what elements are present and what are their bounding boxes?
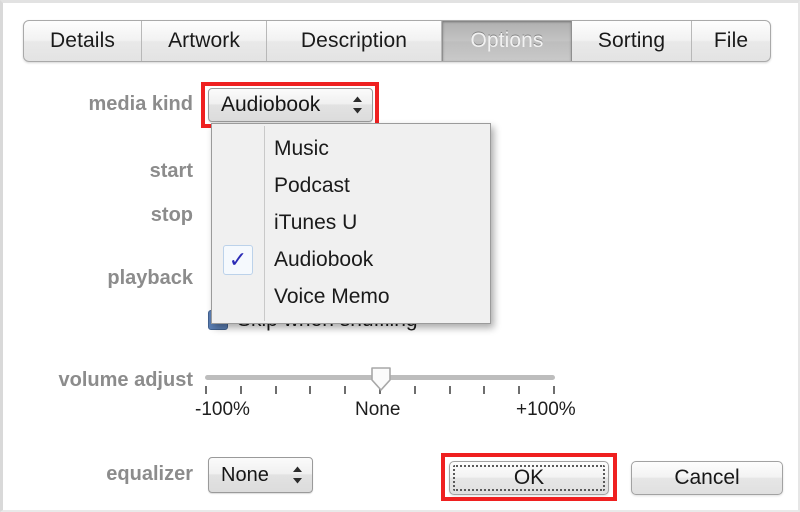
equalizer-label: equalizer (106, 463, 193, 485)
slider-tick (552, 386, 555, 394)
media-kind-popup-button[interactable]: Audiobook (208, 88, 373, 122)
tab-details-label: Details (50, 29, 115, 52)
ok-button-label: OK (513, 466, 545, 489)
chevron-updown-icon (351, 95, 364, 115)
media-kind-label: media kind (88, 93, 193, 115)
slider-tick (205, 386, 207, 394)
slider-tick (413, 386, 416, 394)
slider-tick (309, 386, 312, 394)
tab-sorting-label: Sorting (597, 29, 666, 52)
menu-item-music-label: Music (274, 136, 329, 160)
slider-tick (274, 386, 277, 394)
slider-max-label: +100% (516, 399, 576, 420)
slider-tick (239, 386, 242, 394)
slider-tick (483, 386, 486, 394)
menu-item-itunes-u[interactable]: iTunes U (212, 204, 490, 241)
playback-label: playback (107, 267, 193, 289)
itunes-info-dialog: Details Artwork Description Options Sort… (0, 0, 800, 512)
tab-artwork-label: Artwork (168, 29, 240, 52)
tab-artwork[interactable]: Artwork (142, 21, 267, 61)
equalizer-popup-button[interactable]: None (208, 457, 313, 493)
menu-item-voice-memo[interactable]: Voice Memo (212, 278, 490, 315)
menu-item-music[interactable]: Music (212, 130, 490, 167)
media-kind-value: Audiobook (221, 93, 321, 116)
tab-description[interactable]: Description (267, 21, 442, 61)
media-kind-dropdown-menu: Music Podcast iTunes U ✓ Audiobook Voice… (211, 123, 491, 324)
cancel-button-label: Cancel (674, 466, 740, 489)
slider-mid-label: None (355, 399, 401, 420)
slider-min-label: -100% (195, 399, 250, 420)
equalizer-value: None (221, 463, 269, 486)
cancel-button[interactable]: Cancel (631, 461, 783, 495)
menu-item-voice-memo-label: Voice Memo (274, 284, 390, 308)
slider-tick (448, 386, 451, 394)
menu-item-audiobook-label: Audiobook (274, 247, 374, 271)
volume-adjust-label: volume adjust (58, 369, 193, 391)
tab-file-label: File (713, 29, 749, 52)
tab-file[interactable]: File (692, 21, 770, 61)
menu-item-audiobook[interactable]: ✓ Audiobook (212, 241, 490, 278)
chevron-updown-icon (291, 465, 304, 485)
tab-options-label: Options (470, 29, 544, 52)
tab-options[interactable]: Options (442, 21, 572, 61)
tab-bar: Details Artwork Description Options Sort… (23, 20, 771, 62)
menu-item-podcast-label: Podcast (274, 173, 350, 197)
slider-tick (344, 386, 347, 394)
slider-tick (518, 386, 521, 394)
tab-details[interactable]: Details (24, 21, 142, 61)
menu-check-slot: ✓ (212, 244, 264, 275)
menu-item-itunes-u-label: iTunes U (274, 210, 358, 234)
checkmark-icon: ✓ (223, 244, 253, 275)
menu-item-podcast[interactable]: Podcast (212, 167, 490, 204)
start-label: start (149, 160, 193, 182)
tab-sorting[interactable]: Sorting (572, 21, 692, 61)
stop-label: stop (150, 204, 193, 226)
ok-button[interactable]: OK (449, 461, 609, 495)
volume-slider-thumb[interactable] (368, 366, 394, 392)
tab-description-label: Description (300, 29, 408, 52)
